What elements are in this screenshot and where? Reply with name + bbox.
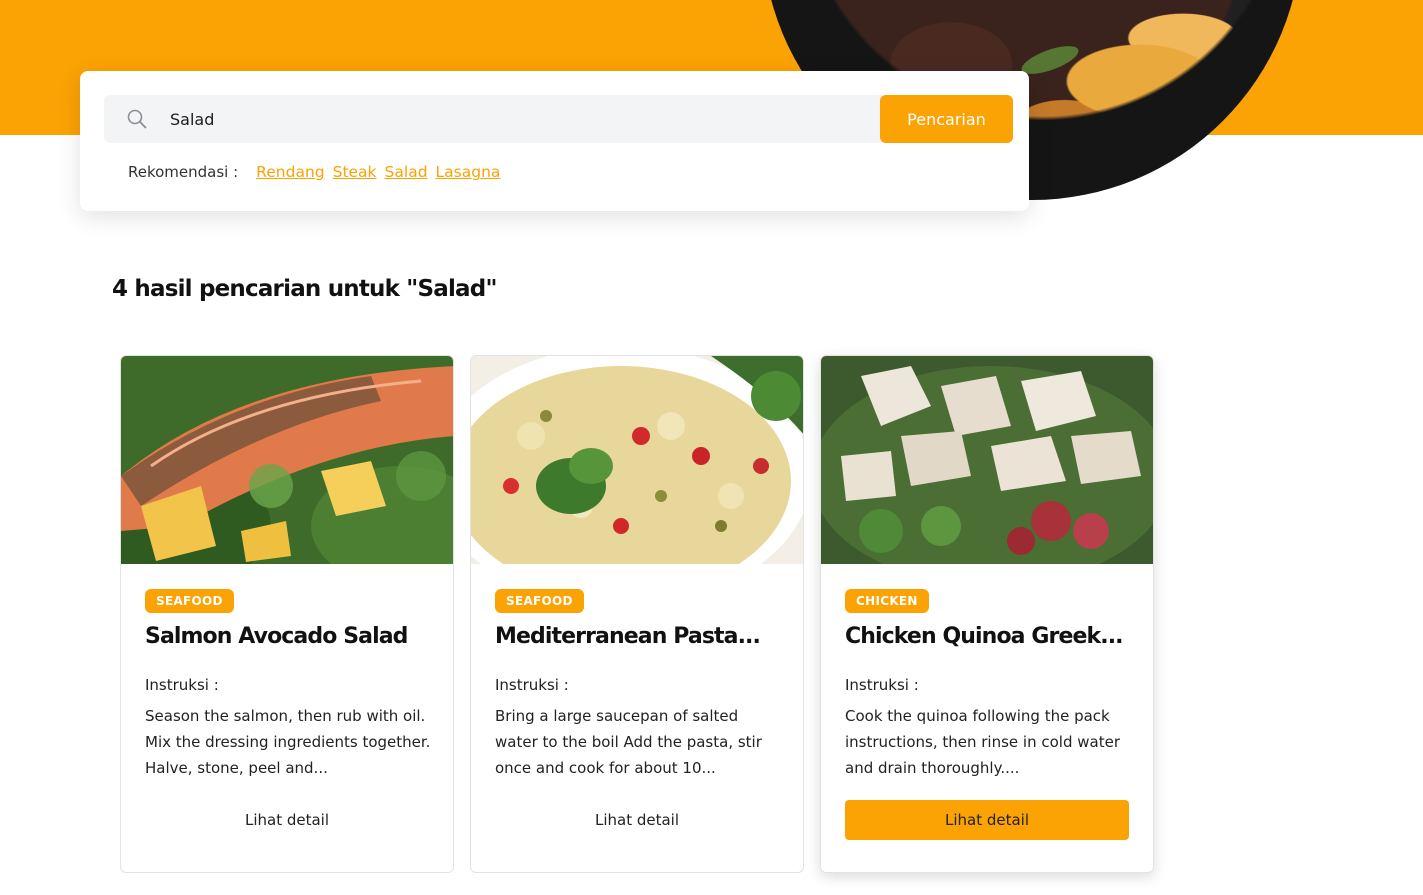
recommendation-link-rendang[interactable]: Rendang — [256, 163, 324, 181]
recipe-image — [471, 356, 803, 564]
instructions-text: Season the salmon, then rub with oil. Mi… — [145, 707, 431, 777]
search-button[interactable]: Pencarian — [880, 95, 1013, 143]
recipe-card[interactable]: SEAFOOD Mediterranean Pasta... Instruksi… — [470, 355, 804, 873]
recipe-card[interactable]: CHICKEN Chicken Quinoa Greek... Instruks… — [820, 355, 1154, 873]
recommendation-link-steak[interactable]: Steak — [333, 163, 377, 181]
view-detail-button[interactable]: Lihat detail — [495, 800, 779, 840]
view-detail-button[interactable]: Lihat detail — [845, 800, 1129, 840]
instructions-label: Instruksi : — [495, 676, 569, 694]
recipe-title: Salmon Avocado Salad — [145, 624, 408, 649]
recommendation-label: Rekomendasi : — [128, 163, 239, 181]
instructions-text: Cook the quinoa following the pack instr… — [845, 707, 1120, 777]
category-badge: SEAFOOD — [145, 589, 234, 613]
instructions-text: Bring a large saucepan of salted water t… — [495, 707, 762, 777]
recipe-title: Mediterranean Pasta... — [495, 624, 761, 649]
recommendation-link-lasagna[interactable]: Lasagna — [436, 163, 501, 181]
instructions-label: Instruksi : — [845, 676, 919, 694]
recipe-title: Chicken Quinoa Greek... — [845, 624, 1124, 649]
search-card: Pencarian Rekomendasi : Rendang Steak Sa… — [80, 71, 1029, 211]
recipe-image — [821, 356, 1153, 564]
search-bar: Pencarian — [104, 95, 1013, 143]
recommendations: Rekomendasi : Rendang Steak Salad Lasagn… — [128, 163, 500, 181]
search-input[interactable] — [170, 95, 880, 143]
recipe-image — [121, 356, 453, 564]
instructions-label: Instruksi : — [145, 676, 219, 694]
search-icon — [104, 95, 170, 143]
recipe-card[interactable]: SEAFOOD Salmon Avocado Salad Instruksi :… — [120, 355, 454, 873]
category-badge: CHICKEN — [845, 589, 929, 613]
category-badge: SEAFOOD — [495, 589, 584, 613]
results-title: 4 hasil pencarian untuk "Salad" — [112, 276, 497, 302]
view-detail-button[interactable]: Lihat detail — [145, 800, 429, 840]
recommendation-link-salad[interactable]: Salad — [385, 163, 428, 181]
